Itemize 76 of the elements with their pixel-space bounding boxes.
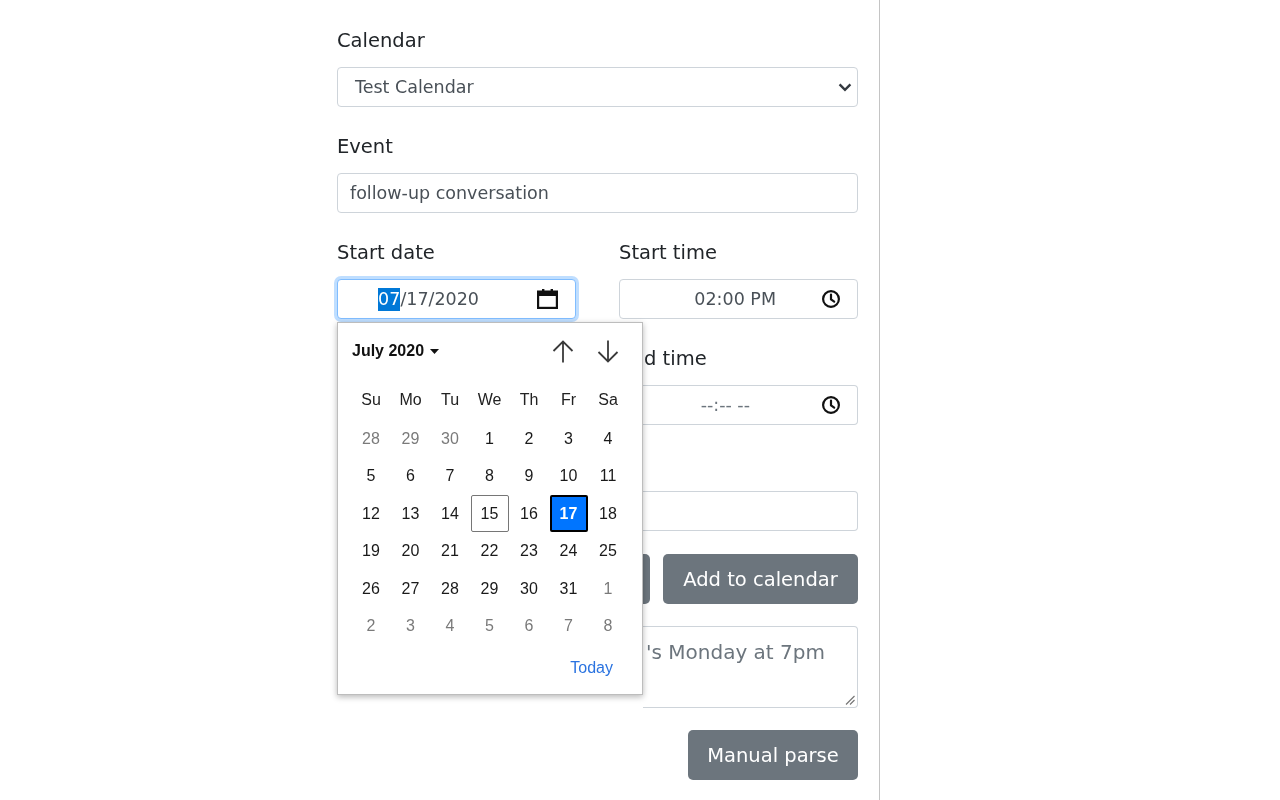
time-input[interactable]: 02:00 PM <box>619 279 858 319</box>
calendar-day[interactable]: 25 <box>589 532 627 570</box>
calendar-day[interactable]: 24 <box>549 532 588 570</box>
arrow-down-icon <box>597 339 619 363</box>
weekday-label: Su <box>360 391 382 409</box>
calendar-day[interactable]: 5 <box>470 607 509 645</box>
manual-parse-button[interactable]: Manual parse <box>688 730 858 780</box>
calendar-day[interactable]: 19 <box>352 532 390 570</box>
weekday-label: We <box>476 391 503 409</box>
calendar-day[interactable]: 10 <box>549 457 588 495</box>
calendar-day[interactable]: 18 <box>589 495 627 532</box>
event-input[interactable]: follow-up conversation <box>337 173 858 213</box>
calendar-select[interactable]: Test Calendar <box>337 67 858 107</box>
resize-handle-icon <box>845 695 855 705</box>
calendar-icon <box>537 289 558 309</box>
time-input[interactable]: --:-- -- <box>643 385 858 425</box>
calendar-day[interactable]: 28 <box>352 420 390 457</box>
calendar-day[interactable]: 6 <box>391 457 430 495</box>
calendar-day[interactable]: 6 <box>510 607 548 645</box>
clock-icon <box>822 290 840 308</box>
calendar-day[interactable]: 30 <box>431 420 469 457</box>
calendar-day[interactable]: 23 <box>510 532 548 570</box>
calendar-day[interactable]: 27 <box>391 570 430 607</box>
calendar-day[interactable]: 30 <box>510 570 548 607</box>
weekday-label: Fr <box>559 391 578 409</box>
calendar-day[interactable]: 3 <box>391 607 430 645</box>
calendar-day[interactable]: 14 <box>431 495 469 532</box>
notes-textarea[interactable]: 's Monday at 7pm <box>643 626 858 708</box>
weekday-label: Tu <box>439 391 461 409</box>
calendar-day[interactable]: 8 <box>470 457 509 495</box>
calendar-day[interactable]: 2 <box>510 420 548 457</box>
calendar-day[interactable]: 22 <box>470 532 509 570</box>
covered-button[interactable] <box>643 554 650 604</box>
today-button[interactable]: Today <box>570 658 613 677</box>
calendar-day[interactable]: 20 <box>391 532 430 570</box>
weekday-label: Th <box>518 391 540 409</box>
weekday-label: Sa <box>597 391 619 409</box>
field-label: Start time <box>619 240 717 266</box>
calendar-day[interactable]: 12 <box>352 495 390 532</box>
calendar-day[interactable]: 8 <box>589 607 627 645</box>
calendar-day[interactable]: 2 <box>352 607 390 645</box>
field-label: Calendar <box>337 28 425 54</box>
calendar-day[interactable]: 4 <box>431 607 469 645</box>
calendar-day[interactable]: 15 <box>470 495 509 532</box>
calendar-day[interactable]: 7 <box>549 607 588 645</box>
field-label: Event <box>337 134 393 160</box>
date-segment[interactable]: /17/2020 <box>400 287 479 311</box>
calendar-day[interactable]: 17 <box>549 495 588 532</box>
calendar-day[interactable]: 7 <box>431 457 469 495</box>
chevron-down-icon <box>838 82 852 92</box>
text-input[interactable] <box>643 491 858 531</box>
calendar-day[interactable]: 26 <box>352 570 390 607</box>
calendar-day[interactable]: 29 <box>470 570 509 607</box>
calendar-day[interactable]: 9 <box>510 457 548 495</box>
calendar-day[interactable]: 11 <box>589 457 627 495</box>
calendar-day[interactable]: 28 <box>431 570 469 607</box>
weekday-label: Mo <box>398 391 423 409</box>
month-year-button[interactable]: July 2020 <box>352 340 440 362</box>
previous-month-button[interactable] <box>551 338 575 364</box>
clock-icon <box>822 396 840 414</box>
field-label: Start date <box>337 240 435 266</box>
caret-down-icon <box>430 348 440 354</box>
next-month-button[interactable] <box>596 338 620 364</box>
calendar-day[interactable]: 4 <box>589 420 627 457</box>
calendar-day[interactable]: 31 <box>549 570 588 607</box>
calendar-day[interactable]: 1 <box>589 570 627 607</box>
arrow-up-icon <box>552 339 574 363</box>
calendar-day[interactable]: 21 <box>431 532 469 570</box>
calendar-day[interactable]: 13 <box>391 495 430 532</box>
calendar-day[interactable]: 5 <box>352 457 390 495</box>
add-to-calendar-button[interactable]: Add to calendar <box>663 554 858 604</box>
calendar-day[interactable]: 29 <box>391 420 430 457</box>
field-label: d time <box>643 346 708 372</box>
calendar-day[interactable]: 1 <box>470 420 509 457</box>
calendar-day[interactable]: 3 <box>549 420 588 457</box>
calendar-day[interactable]: 16 <box>510 495 548 532</box>
